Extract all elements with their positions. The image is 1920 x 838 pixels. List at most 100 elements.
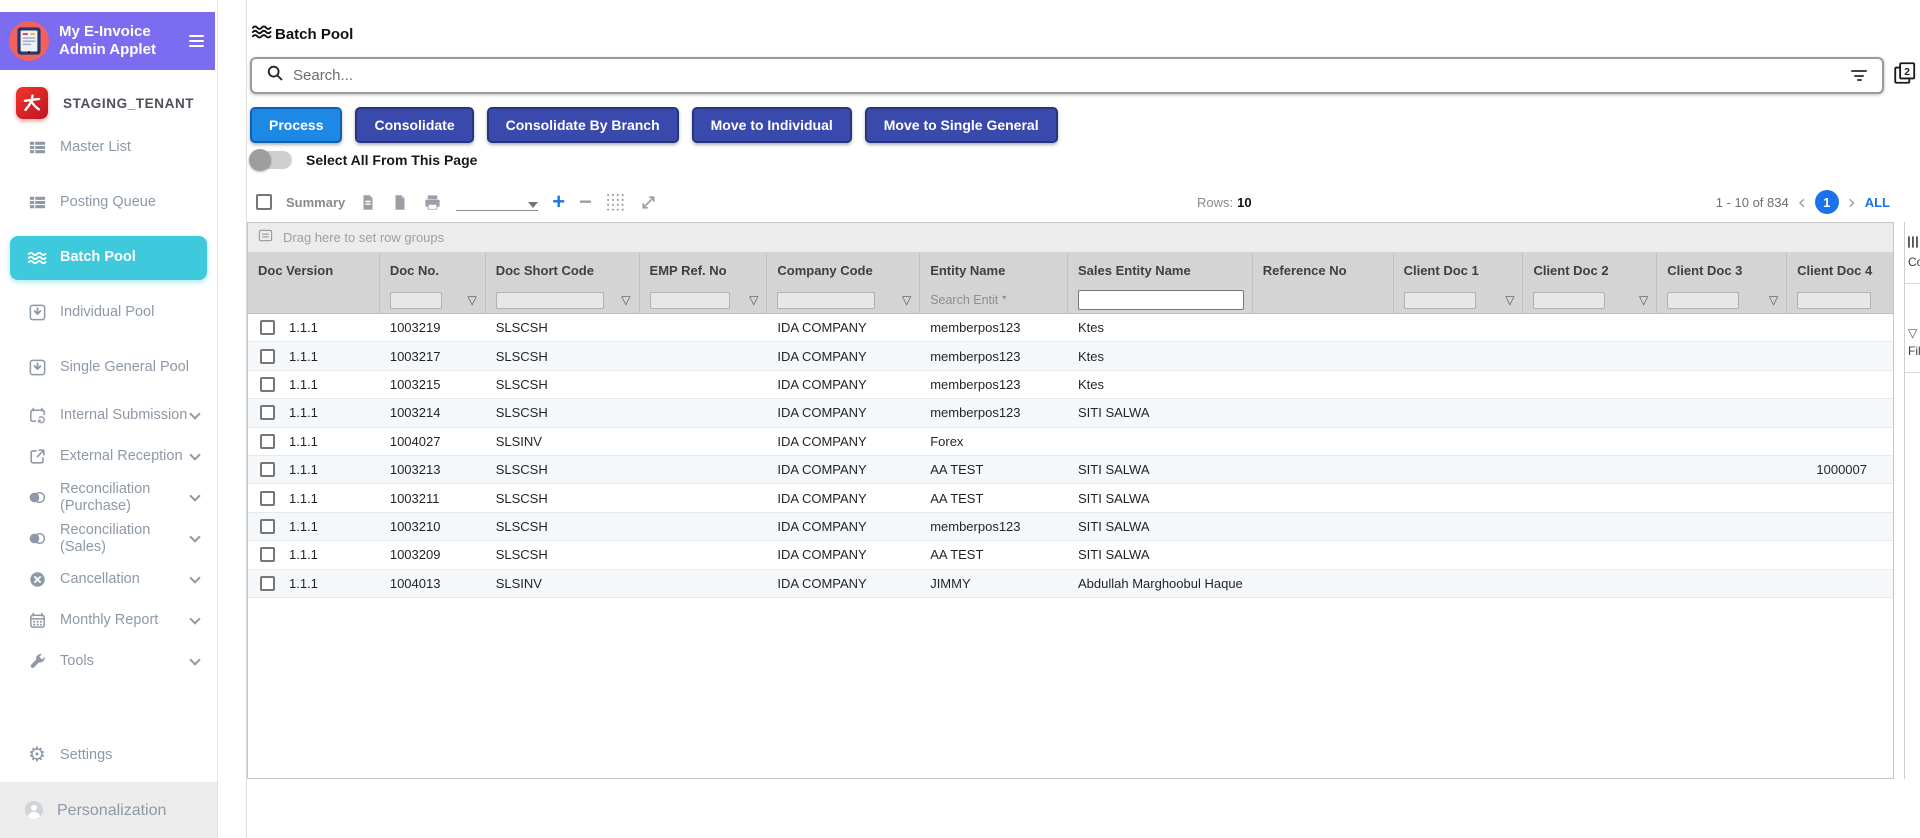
table-row[interactable]: 1.1.1 1004013 SLSINV IDA COMPANY JIMMY Abdull…	[248, 569, 1893, 598]
print-icon[interactable]	[423, 193, 442, 212]
summary-doc-icon[interactable]	[359, 193, 377, 212]
column-header-company_code[interactable]: Company Code	[767, 253, 921, 287]
funnel-icon[interactable]: ▽	[1505, 293, 1514, 307]
sidebar-item-single-general-pool[interactable]: Single General Pool	[0, 340, 217, 395]
sidebar-item-individual-pool[interactable]: Individual Pool	[0, 285, 217, 340]
funnel-icon[interactable]: ▽	[621, 293, 630, 307]
row-checkbox[interactable]	[260, 518, 275, 534]
search-input[interactable]	[293, 67, 1850, 84]
filter-input-doc_short_code[interactable]	[495, 291, 604, 309]
column-header-emp_ref_no[interactable]: EMP Ref. No	[640, 253, 768, 287]
funnel-icon[interactable]: ▽	[1769, 293, 1778, 307]
filter-cell-client_doc_3[interactable]: ▽	[1657, 287, 1788, 313]
column-header-client_doc_3[interactable]: Client Doc 3	[1657, 253, 1788, 287]
funnel-icon[interactable]: ▽	[902, 293, 911, 307]
column-header-doc_no[interactable]: Doc No.	[380, 253, 486, 287]
table-row[interactable]: 1.1.1 1003213 SLSCSH IDA COMPANY AA TEST SITI…	[248, 455, 1893, 485]
pages-2-icon[interactable]: 2	[1892, 60, 1918, 86]
sidebar-item-tools[interactable]: Tools	[0, 641, 217, 682]
row-groups-dropzone[interactable]: Drag here to set row groups	[248, 223, 1893, 253]
sidebar-item-posting-queue[interactable]: Posting Queue	[0, 175, 217, 230]
filters-panel-tab[interactable]: ▽ Filters	[1905, 312, 1920, 373]
filter-input-client_doc_4[interactable]	[1797, 291, 1872, 309]
filter-input-client_doc_1[interactable]	[1403, 291, 1476, 309]
column-header-doc_version[interactable]: Doc Version	[248, 253, 380, 287]
column-header-doc_short_code[interactable]: Doc Short Code	[486, 253, 640, 287]
sidebar-item-settings[interactable]: ⚙ Settings	[0, 728, 217, 782]
tenant-row[interactable]: STAGING_TENANT	[0, 86, 217, 120]
sidebar-item-cancellation[interactable]: Cancellation	[0, 559, 217, 600]
process-button[interactable]: Process	[250, 107, 343, 143]
move-to-individual-button[interactable]: Move to Individual	[691, 107, 852, 143]
filter-lines-icon[interactable]	[1850, 68, 1868, 84]
table-row[interactable]: 1.1.1 1003215 SLSCSH IDA COMPANY memberpos12…	[248, 370, 1893, 400]
table-row[interactable]: 1.1.1 1003211 SLSCSH IDA COMPANY AA TEST SITI…	[248, 484, 1893, 513]
row-checkbox[interactable]	[260, 348, 275, 364]
funnel-icon[interactable]: ▽	[467, 293, 476, 307]
consolidate-button[interactable]: Consolidate	[355, 107, 474, 143]
row-checkbox[interactable]	[260, 376, 275, 392]
filter-input-sales_entity_name[interactable]	[1078, 290, 1244, 310]
column-header-client_doc_4[interactable]: Client Doc 4	[1787, 253, 1893, 287]
sidebar-item-external-reception[interactable]: External Reception	[0, 436, 217, 477]
filter-cell-client_doc_4[interactable]	[1787, 287, 1893, 313]
filter-input-company_code[interactable]	[777, 291, 876, 309]
select-all-toggle[interactable]	[249, 149, 292, 171]
row-checkbox[interactable]	[260, 320, 275, 336]
entity-filter-select[interactable]: Search Entit ▾	[930, 293, 1006, 307]
filter-cell-company_code[interactable]: ▽	[767, 287, 921, 313]
grid-density-icon[interactable]	[606, 193, 625, 212]
table-row[interactable]: 1.1.1 1003217 SLSCSH IDA COMPANY memberpos12…	[248, 342, 1893, 371]
column-header-entity_name[interactable]: Entity Name	[920, 253, 1068, 287]
funnel-icon[interactable]: ▽	[749, 293, 758, 307]
row-checkbox[interactable]	[260, 433, 275, 449]
current-page-button[interactable]: 1	[1814, 190, 1839, 214]
chevron-down-icon[interactable]	[189, 489, 201, 502]
move-to-single-general-button[interactable]: Move to Single General	[864, 107, 1058, 143]
table-row[interactable]: 1.1.1 1003219 SLSCSH IDA COMPANY memberpos12…	[248, 314, 1893, 343]
chevron-down-icon[interactable]	[189, 571, 201, 584]
export-format-select[interactable]	[456, 193, 539, 211]
filter-cell-doc_no[interactable]: ▽	[380, 287, 486, 313]
row-checkbox[interactable]	[260, 405, 275, 421]
column-header-sales_entity_name[interactable]: Sales Entity Name	[1068, 253, 1253, 287]
column-header-client_doc_1[interactable]: Client Doc 1	[1394, 253, 1524, 287]
sidebar-item-reconciliation-sales[interactable]: Reconciliation (Sales)	[0, 518, 217, 559]
filter-input-client_doc_2[interactable]	[1533, 291, 1606, 309]
hamburger-icon[interactable]	[189, 32, 205, 50]
filter-cell-emp_ref_no[interactable]: ▽	[640, 287, 768, 313]
filter-input-emp_ref_no[interactable]	[649, 291, 730, 309]
consolidate-by-branch-button[interactable]: Consolidate By Branch	[486, 107, 679, 143]
chevron-down-icon[interactable]	[189, 653, 201, 666]
prev-page-icon[interactable]: ‹	[1798, 192, 1806, 212]
sidebar-item-master-list[interactable]: Master List	[0, 120, 217, 175]
sidebar-item-internal-submission[interactable]: Internal Submission	[0, 395, 217, 436]
row-checkbox[interactable]	[260, 490, 275, 506]
filter-cell-sales_entity_name[interactable]	[1068, 287, 1253, 313]
chevron-down-icon[interactable]	[189, 448, 201, 461]
sidebar-item-monthly-report[interactable]: Monthly Report	[0, 600, 217, 641]
chevron-down-icon[interactable]	[189, 530, 201, 543]
funnel-icon[interactable]: ▽	[1639, 293, 1648, 307]
chevron-down-icon[interactable]	[189, 407, 201, 420]
table-row[interactable]: 1.1.1 1004027 SLSINV IDA COMPANY Forex	[248, 427, 1893, 456]
filter-cell-client_doc_2[interactable]: ▽	[1523, 287, 1658, 313]
table-row[interactable]: 1.1.1 1003210 SLSCSH IDA COMPANY memberpos12…	[248, 512, 1893, 542]
summary-checkbox[interactable]	[256, 194, 272, 210]
sidebar-item-batch-pool[interactable]: Batch Pool	[0, 230, 217, 285]
minus-icon[interactable]: −	[579, 191, 592, 213]
table-row[interactable]: 1.1.1 1003214 SLSCSH IDA COMPANY memberpos12…	[248, 399, 1893, 428]
row-checkbox[interactable]	[260, 575, 275, 591]
column-header-client_doc_2[interactable]: Client Doc 2	[1523, 253, 1658, 287]
row-checkbox[interactable]	[260, 547, 275, 563]
columns-panel-tab[interactable]: Columns	[1905, 222, 1920, 284]
filter-cell-client_doc_1[interactable]: ▽	[1394, 287, 1524, 313]
filter-cell-doc_short_code[interactable]: ▽	[486, 287, 640, 313]
plus-icon[interactable]: +	[552, 191, 565, 213]
filter-cell-entity_name[interactable]: Search Entit ▾	[920, 287, 1068, 313]
next-page-icon[interactable]: ›	[1848, 192, 1856, 212]
expand-icon[interactable]	[639, 193, 658, 212]
blank-doc-icon[interactable]	[391, 193, 409, 212]
filter-input-doc_no[interactable]	[389, 291, 442, 309]
column-header-reference_no[interactable]: Reference No	[1253, 253, 1394, 287]
